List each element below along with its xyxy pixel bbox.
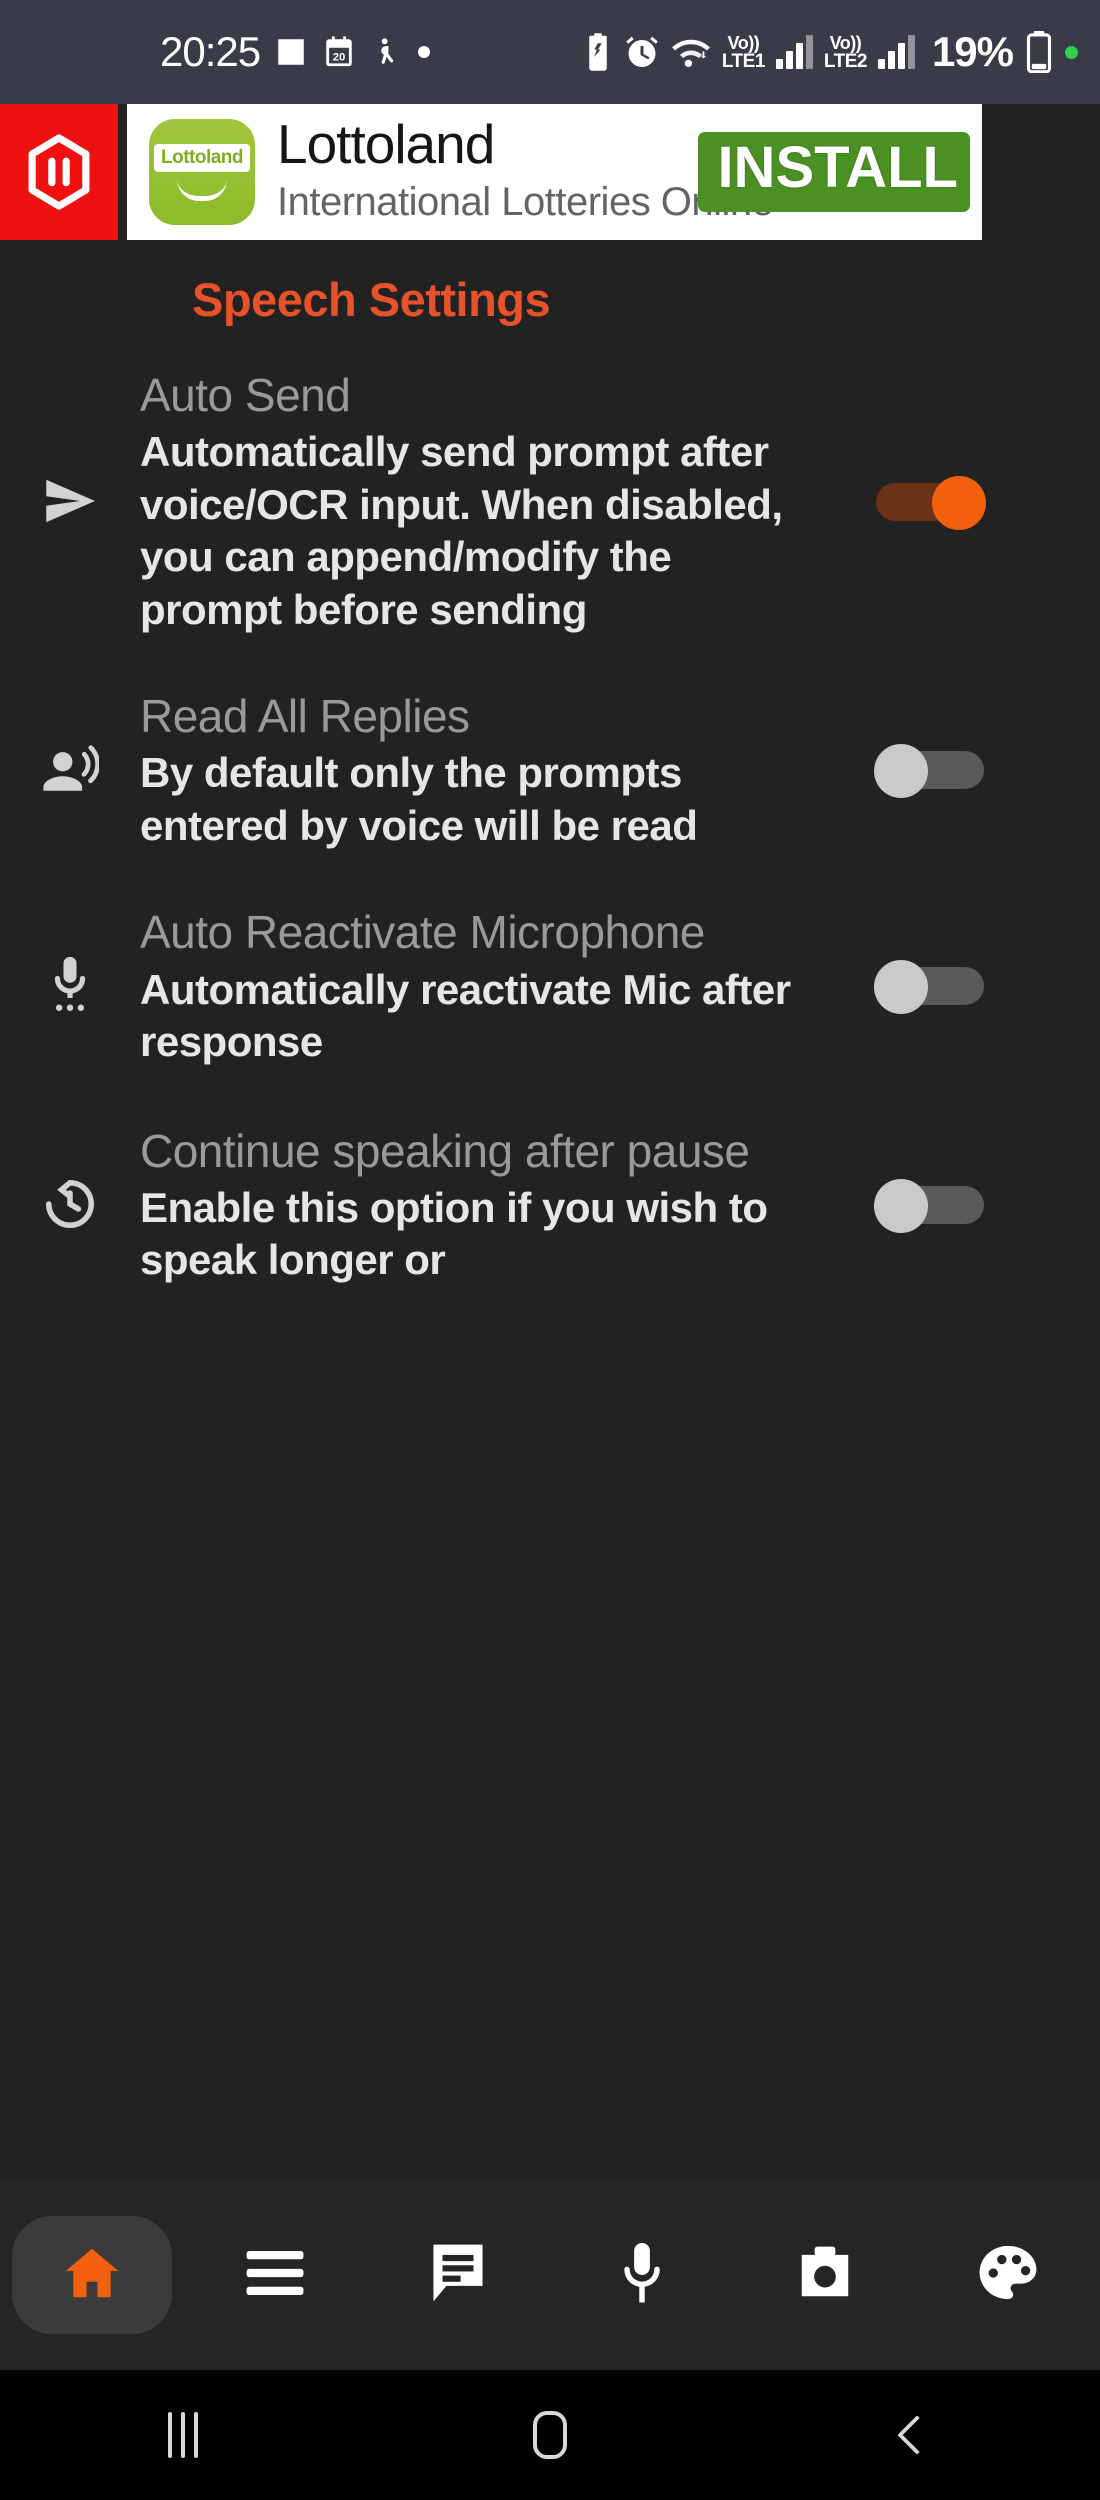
setting-title: Continue speaking after pause: [140, 1124, 750, 1177]
setting-row-auto-send[interactable]: Auto Send Automatically send prompt afte…: [0, 365, 1100, 636]
alarm-icon: [624, 34, 660, 70]
nav-item-palette[interactable]: [917, 2180, 1100, 2370]
recents-icon: [168, 2412, 199, 2458]
sim1-volte-label: Vo)) LTE1: [721, 32, 766, 72]
nav-item-home[interactable]: [0, 2180, 183, 2370]
toggle-thumb: [874, 960, 928, 1015]
status-bar-right: Vo)) LTE1 Vo)) LTE2 19%: [583, 31, 1078, 73]
settings-voice-icon: [0, 954, 140, 1016]
ad-install-label: INSTALL: [717, 135, 958, 200]
setting-toggle-wrap[interactable]: [840, 475, 1020, 530]
battery-icon: [1024, 31, 1054, 73]
phone-screen: 20:25 20 Vo)) LTE1 Vo)) LTE2 19% Lottola…: [0, 0, 1100, 2500]
recording-indicator-icon: [1065, 45, 1078, 59]
setting-title: Auto Reactivate Microphone: [140, 906, 705, 959]
lottoland-wordmark: Lottoland: [153, 143, 251, 172]
setting-title: Read All Replies: [140, 690, 470, 743]
toggle-thumb: [874, 1178, 928, 1233]
home-icon: [61, 2242, 123, 2309]
bottom-navigation-bar: [0, 2180, 1100, 2370]
battery-saver-icon: [583, 33, 613, 71]
settings-content: Speech Settings Auto Send Automatically …: [0, 240, 1100, 2180]
sim2-volte-label: Vo)) LTE2: [823, 32, 868, 72]
calendar-20-icon: 20: [322, 35, 356, 69]
record-voice-over-icon: [0, 740, 140, 798]
lottoland-smile-icon: [177, 179, 227, 201]
palette-icon: [977, 2243, 1039, 2308]
setting-row-auto-reactivate-microphone[interactable]: Auto Reactivate Microphone Automatically…: [0, 902, 1100, 1068]
svg-text:20: 20: [333, 52, 346, 64]
setting-description: By default only the prompts entered by v…: [140, 749, 698, 849]
menu-icon: [244, 2246, 306, 2305]
setting-row-continue-speaking-after-pause[interactable]: Continue speaking after pause Enable thi…: [0, 1121, 1100, 1287]
system-navigation-bar: [0, 2370, 1100, 2500]
setting-title: Auto Send: [140, 369, 351, 421]
microphone-icon: [619, 2241, 665, 2310]
ad-title: Lottoland: [277, 113, 495, 175]
system-recents-button[interactable]: [0, 2412, 367, 2458]
system-back-button[interactable]: [733, 2415, 1100, 2455]
nav-item-chat[interactable]: [367, 2180, 550, 2370]
read-all-replies-toggle[interactable]: [874, 744, 984, 799]
status-bar-clock: 20:25: [160, 28, 261, 75]
auto-reactivate-microphone-toggle[interactable]: [874, 960, 984, 1015]
accessibility-icon: [370, 35, 402, 69]
hexagon-pause-icon: [0, 104, 118, 240]
ad-card[interactable]: Lottoland Lottoland International Lotter…: [127, 104, 982, 240]
back-icon: [896, 2415, 937, 2455]
battery-percent-label: 19%: [931, 28, 1014, 75]
setting-text: Continue speaking after pause Enable thi…: [140, 1121, 840, 1287]
system-home-button[interactable]: [367, 2411, 734, 2459]
nav-item-menu[interactable]: [183, 2180, 366, 2370]
setting-toggle-wrap[interactable]: [840, 960, 1020, 1015]
dot-icon: [416, 44, 432, 60]
sim2-signal-icon: [877, 35, 915, 69]
setting-row-read-all-replies[interactable]: Read All Replies By default only the pro…: [0, 686, 1100, 852]
photo-icon: [274, 35, 308, 69]
setting-description: Enable this option if you wish to speak …: [140, 1183, 768, 1284]
toggle-thumb: [932, 475, 986, 530]
setting-text: Read All Replies By default only the pro…: [140, 686, 840, 852]
lottoland-app-icon: Lottoland: [149, 119, 255, 225]
sim1-signal-icon: [775, 35, 813, 69]
camera-icon: [794, 2244, 856, 2307]
status-bar-left: 20:25 20: [160, 31, 432, 73]
setting-toggle-wrap[interactable]: [840, 744, 1020, 799]
history-icon: [0, 1174, 140, 1234]
continue-speaking-toggle[interactable]: [874, 1178, 984, 1233]
setting-description: Automatically reactivate Mic after respo…: [140, 965, 791, 1066]
wifi-icon: [671, 35, 711, 69]
auto-send-toggle[interactable]: [876, 475, 986, 530]
setting-text: Auto Reactivate Microphone Automatically…: [140, 902, 840, 1068]
setting-description: Automatically send prompt after voice/OC…: [140, 428, 783, 633]
nav-item-microphone[interactable]: [550, 2180, 733, 2370]
send-icon: [0, 471, 140, 531]
toggle-thumb: [874, 744, 928, 799]
status-bar: 20:25 20 Vo)) LTE1 Vo)) LTE2 19%: [0, 0, 1100, 104]
home-icon: [533, 2411, 567, 2459]
nav-item-camera[interactable]: [733, 2180, 916, 2370]
page-title: Speech Settings: [192, 273, 551, 326]
setting-text: Auto Send Automatically send prompt afte…: [140, 365, 840, 636]
setting-toggle-wrap[interactable]: [840, 1178, 1020, 1233]
ad-banner[interactable]: Lottoland Lottoland International Lotter…: [0, 104, 1100, 240]
chat-icon: [429, 2242, 487, 2309]
